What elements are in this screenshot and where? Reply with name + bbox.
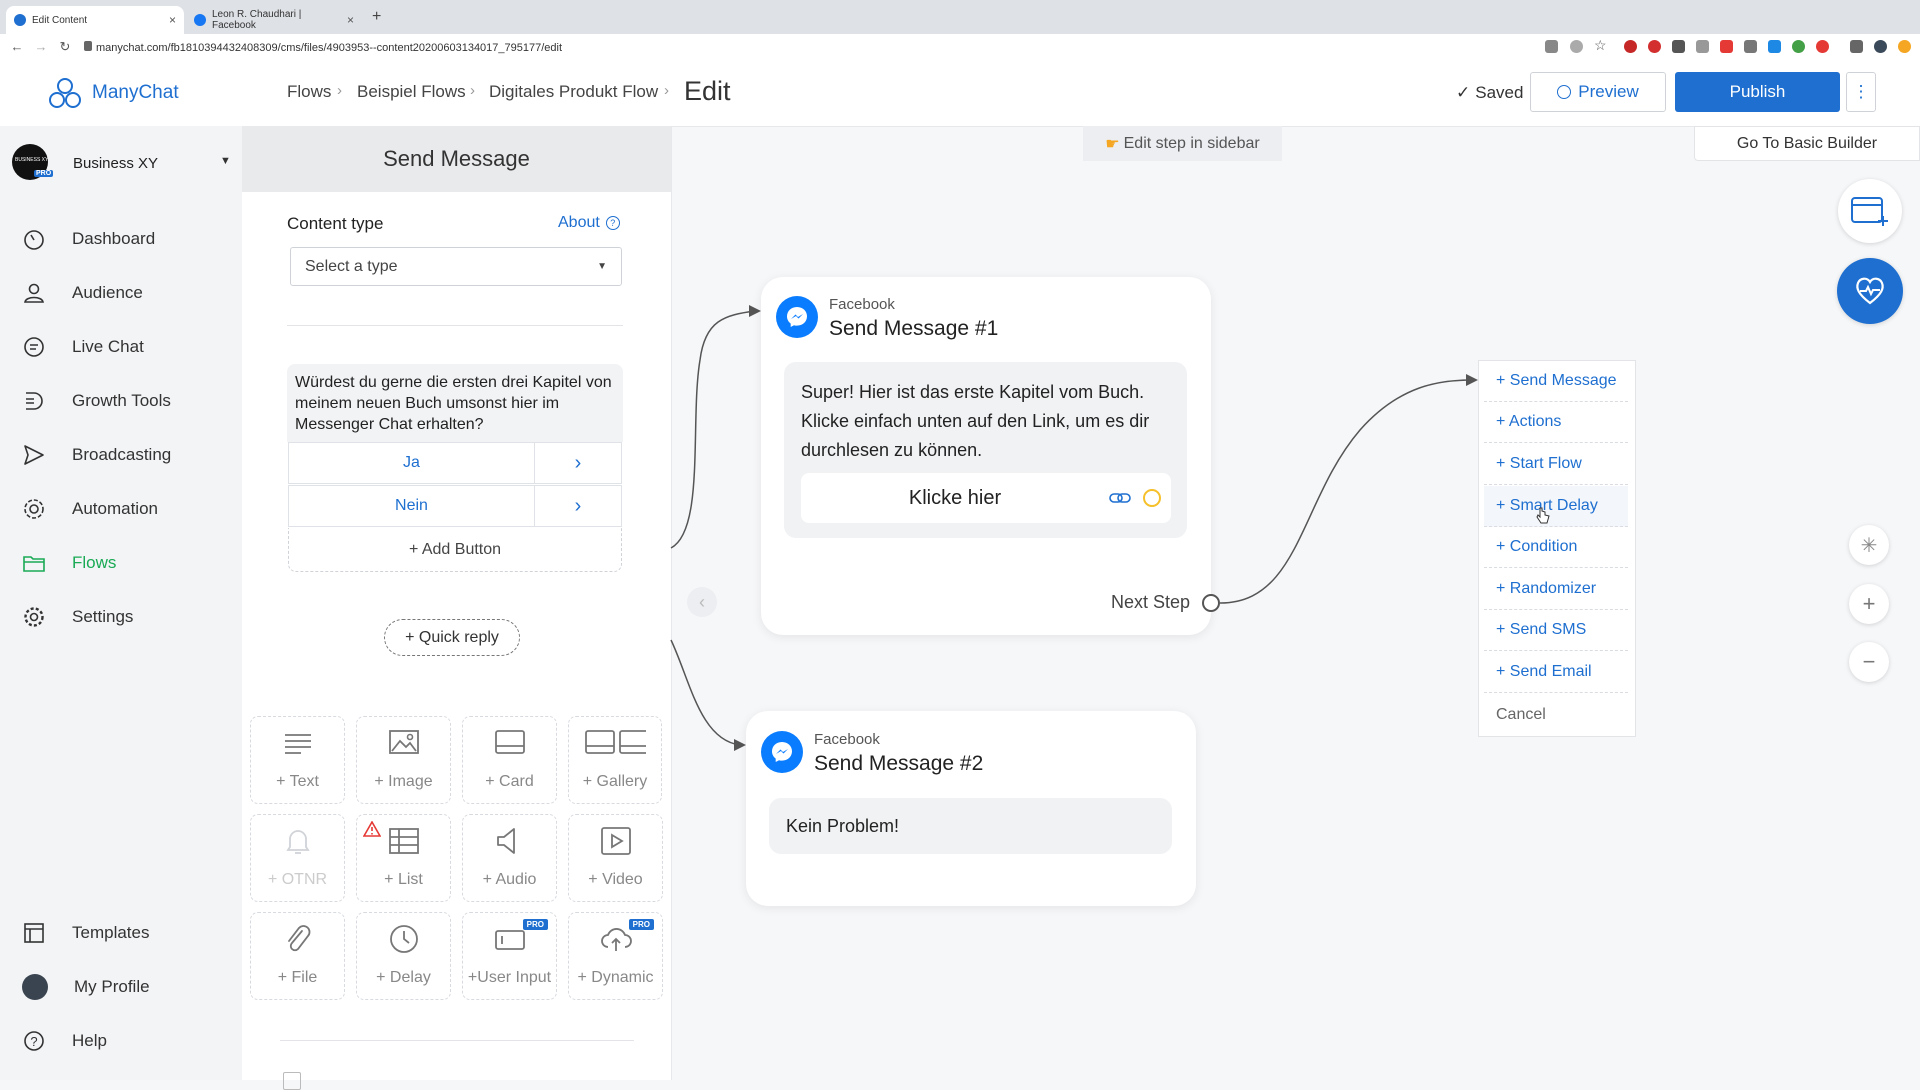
magic-wand-button[interactable]: ✳ <box>1849 525 1889 565</box>
messenger-icon <box>761 731 803 773</box>
messenger-icon <box>776 296 818 338</box>
menu-item-actions[interactable]: + Actions <box>1484 402 1628 443</box>
node-title: Send Message #2 <box>814 752 984 775</box>
add-window-icon <box>1851 197 1888 226</box>
node-source-label: Facebook <box>814 731 880 748</box>
link-icon <box>1109 493 1131 503</box>
next-step-connector[interactable] <box>1202 594 1220 612</box>
next-step-label: Next Step <box>1111 592 1191 612</box>
node-title: Send Message #1 <box>829 317 999 340</box>
message-link-button[interactable]: Klicke hier <box>801 473 1171 523</box>
collapse-panel-button[interactable]: ‹ <box>687 587 717 617</box>
message-text: Kein Problem! <box>786 815 900 836</box>
node-source-label: Facebook <box>829 296 895 313</box>
menu-item-send-sms[interactable]: + Send SMS <box>1484 610 1628 651</box>
menu-item-cancel[interactable]: Cancel <box>1484 694 1628 735</box>
sparkle-icon: ✳ <box>1860 534 1878 557</box>
add-step-button[interactable] <box>1838 179 1902 243</box>
zoom-out-button[interactable]: − <box>1849 642 1889 682</box>
connector-dot[interactable] <box>1143 489 1161 507</box>
zoom-in-button[interactable]: + <box>1849 584 1889 624</box>
message-text: Super! Hier ist das erste Kapitel vom Bu… <box>801 382 1150 460</box>
hand-cursor-icon <box>1536 507 1550 524</box>
link-button-label: Klicke hier <box>908 486 1002 509</box>
menu-item-send-email[interactable]: + Send Email <box>1484 652 1628 693</box>
menu-item-condition[interactable]: + Condition <box>1484 527 1628 568</box>
message-bubble[interactable]: Kein Problem! <box>769 798 1172 854</box>
menu-item-send-message[interactable]: + Send Message <box>1484 361 1628 402</box>
menu-item-randomizer[interactable]: + Randomizer <box>1484 569 1628 610</box>
flow-health-button[interactable] <box>1837 258 1903 324</box>
menu-item-smart-delay[interactable]: + Smart Delay <box>1484 486 1628 527</box>
menu-item-start-flow[interactable]: + Start Flow <box>1484 444 1628 485</box>
heart-pulse-icon <box>1856 277 1884 305</box>
